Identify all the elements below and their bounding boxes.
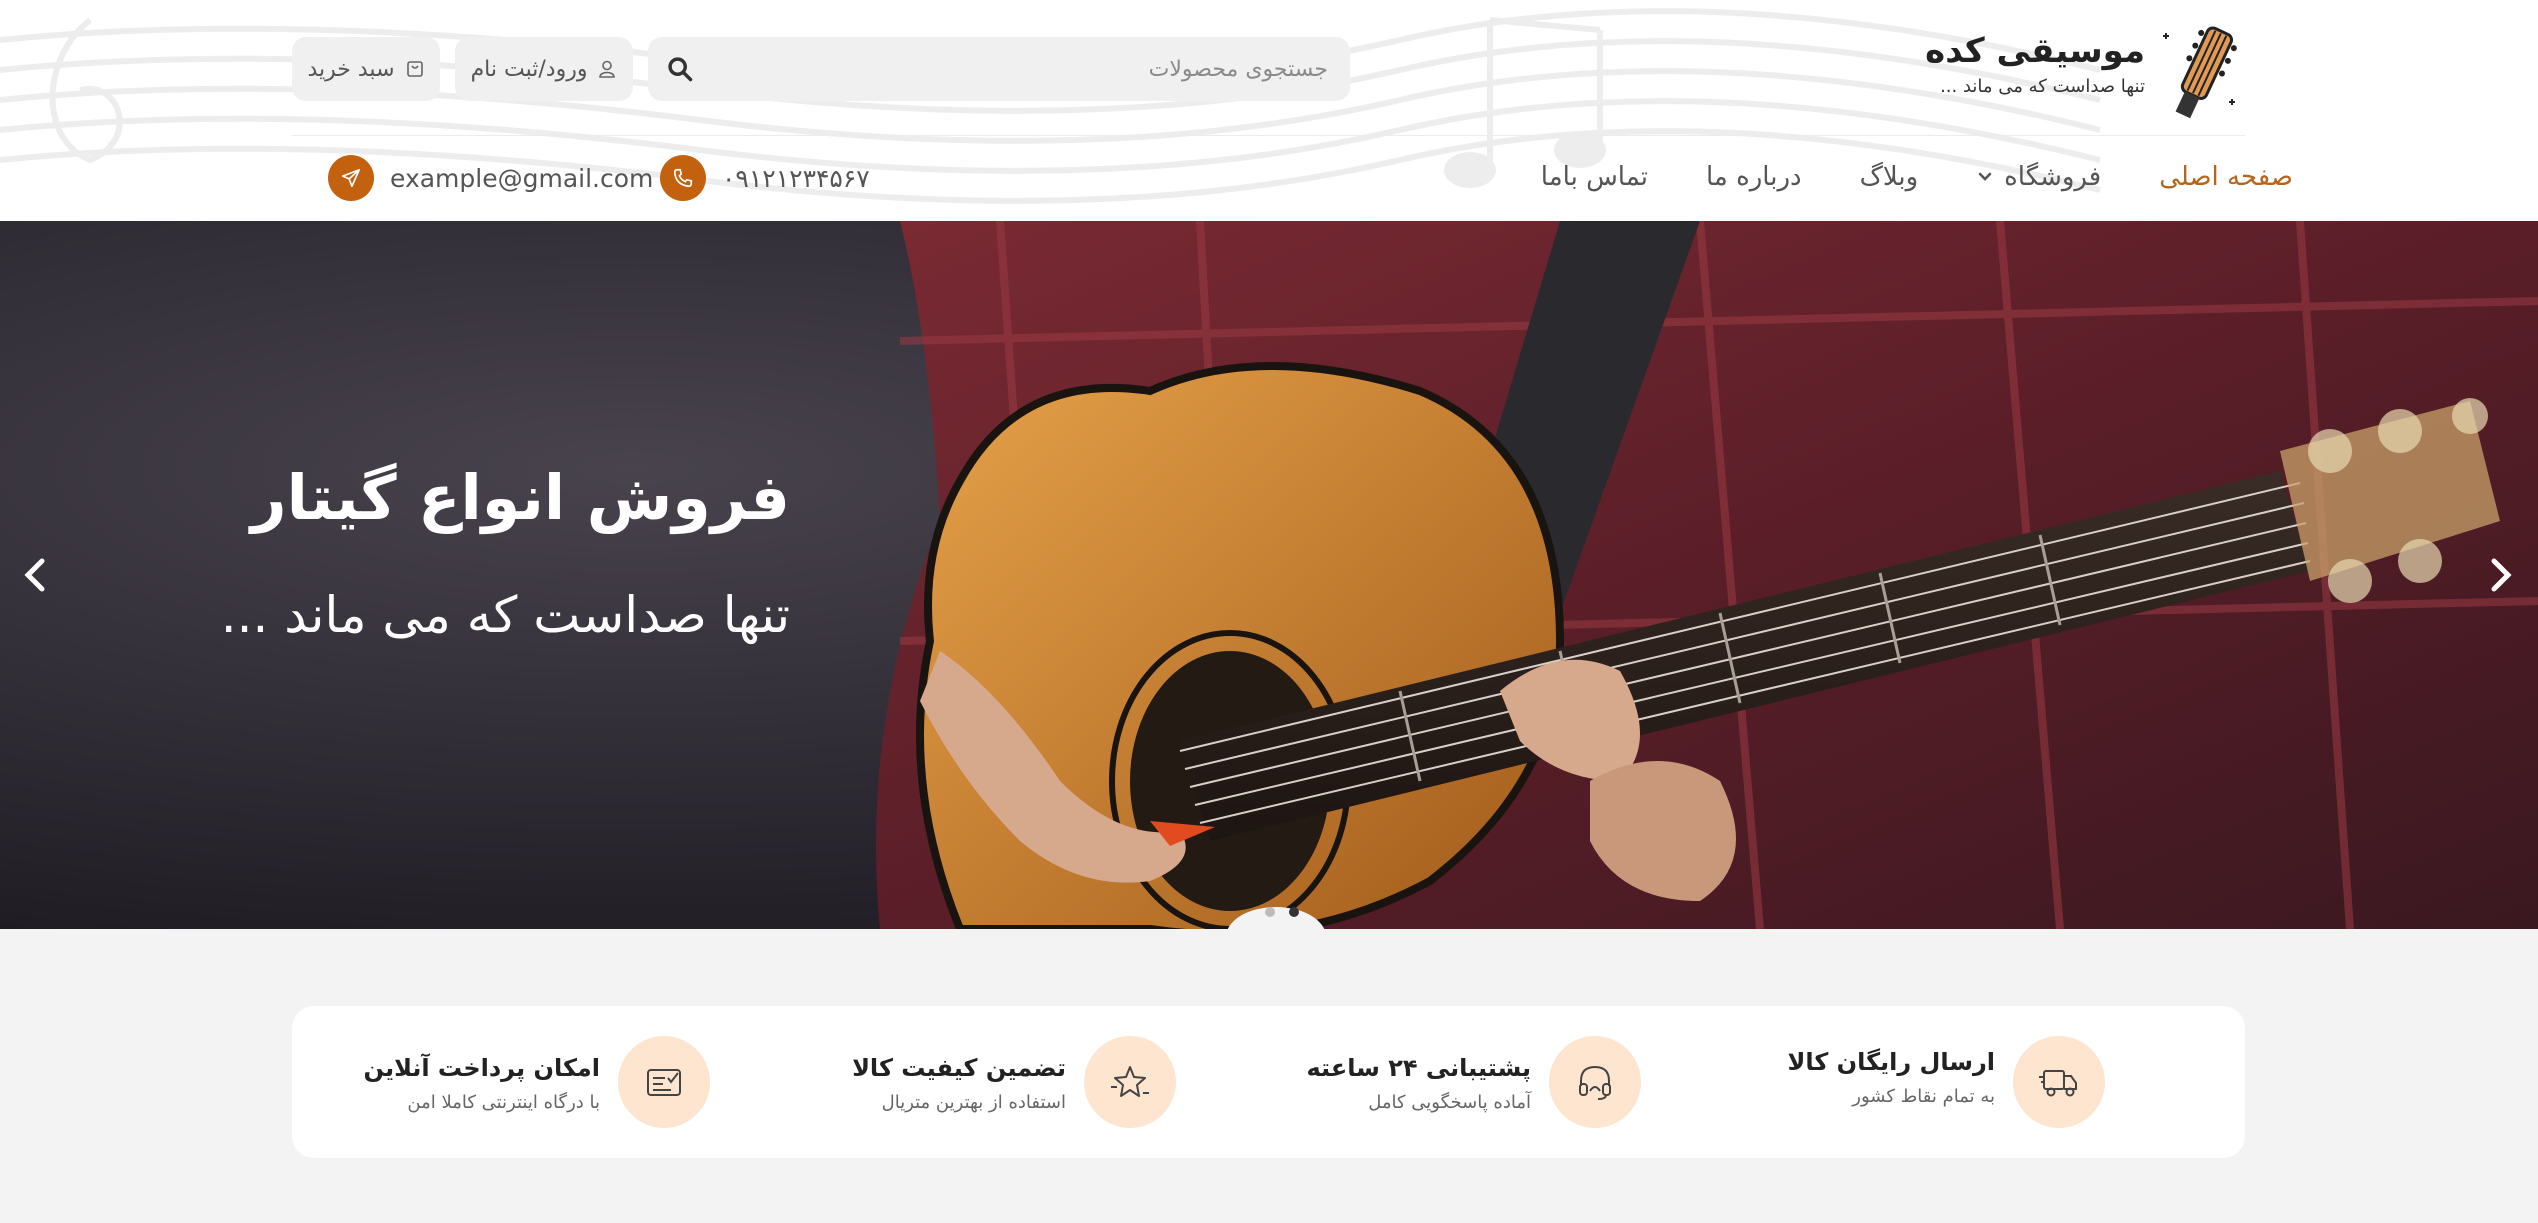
logo-title: موسیقی کده [1925, 31, 2145, 71]
email-address: example@gmail.com [390, 163, 654, 193]
login-label: ورود/ثبت نام [470, 56, 588, 82]
features-bar: ارسال رایگان کالا به تمام نقاط کشور پشتی… [292, 1006, 2245, 1158]
nav-item-label: درباره ما [1706, 162, 1802, 192]
cart-label: سبد خرید [307, 56, 395, 82]
headset-icon [1549, 1036, 1641, 1128]
nav-item-shop[interactable]: فروشگاه [1976, 162, 2101, 192]
hero-subtitle: تنها صداست که می ماند ... [220, 586, 790, 644]
send-icon [328, 155, 374, 201]
feature-title: امکان پرداخت آنلاین [363, 1054, 600, 1082]
feature-title: ارسال رایگان کالا [1787, 1048, 1995, 1076]
feature-support: پشتیبانی ۲۴ ساعته آماده پاسخگویی کامل [1181, 1036, 1641, 1128]
feature-online-payment: امکان پرداخت آنلاین با درگاه اینترنتی کا… [250, 1036, 710, 1128]
site-header: موسیقی کده تنها صداست که می ماند ... ورو… [0, 0, 2538, 221]
site-logo[interactable]: موسیقی کده تنها صداست که می ماند ... [1925, 16, 2245, 126]
nav-item-home[interactable]: صفحه اصلی [2159, 162, 2293, 192]
slider-dot-1[interactable] [1265, 907, 1275, 917]
payment-icon [618, 1036, 710, 1128]
nav-item-label: تماس باما [1540, 162, 1648, 192]
hero-slider: فروش انواع گیتار تنها صداست که می ماند .… [0, 221, 2538, 929]
truck-icon [2013, 1036, 2105, 1128]
slider-prev-arrow-icon[interactable] [20, 553, 50, 597]
nav-item-label: وبلاگ [1859, 162, 1919, 192]
slider-dot-2-active[interactable] [1289, 907, 1299, 917]
header-top-bar: موسیقی کده تنها صداست که می ماند ... ورو… [292, 16, 2245, 136]
feature-subtitle: آماده پاسخگویی کامل [1368, 1092, 1531, 1113]
nav-item-label: فروشگاه [2004, 162, 2102, 192]
guitar-logo-icon [2163, 26, 2237, 119]
nav-item-blog[interactable]: وبلاگ [1860, 162, 1919, 192]
feature-title: پشتیبانی ۲۴ ساعته [1306, 1054, 1532, 1082]
slider-next-arrow-icon[interactable] [2486, 553, 2516, 597]
feature-free-shipping: ارسال رایگان کالا به تمام نقاط کشور [1645, 1036, 2105, 1128]
nav-item-label: صفحه اصلی [2159, 162, 2293, 192]
search-bar [648, 37, 1350, 101]
feature-title: تضمین کیفیت کالا [852, 1054, 1066, 1082]
login-register-button[interactable]: ورود/ثبت نام [455, 37, 633, 101]
search-icon[interactable] [666, 55, 694, 83]
contact-phone[interactable]: ۰۹۱۲۱۲۳۴۵۶۷ [660, 155, 870, 201]
user-icon [599, 60, 616, 78]
star-badge-icon [1084, 1036, 1176, 1128]
feature-subtitle: با درگاه اینترنتی کاملا امن [407, 1092, 600, 1113]
hero-title: فروش انواع گیتار [250, 461, 790, 534]
cart-button[interactable]: سبد خرید [292, 37, 440, 101]
feature-subtitle: به تمام نقاط کشور [1852, 1086, 1995, 1107]
logo-subtitle: تنها صداست که می ماند ... [1940, 76, 2145, 97]
feature-subtitle: استفاده از بهترین متریال [881, 1092, 1066, 1113]
phone-number: ۰۹۱۲۱۲۳۴۵۶۷ [722, 163, 870, 193]
phone-icon [660, 155, 706, 201]
main-nav: صفحه اصلی فروشگاه وبلاگ درباره ما تماس ب… [1541, 155, 2293, 199]
search-input[interactable] [708, 37, 1328, 101]
shopping-bag-icon [406, 61, 423, 77]
nav-item-about[interactable]: درباره ما [1706, 162, 1802, 192]
guitar-player-image [0, 221, 2538, 929]
chevron-down-icon [1978, 172, 1992, 181]
nav-item-contact[interactable]: تماس باما [1541, 162, 1648, 192]
contact-email[interactable]: example@gmail.com [328, 155, 653, 201]
feature-quality: تضمین کیفیت کالا استفاده از بهترین متریا… [716, 1036, 1176, 1128]
